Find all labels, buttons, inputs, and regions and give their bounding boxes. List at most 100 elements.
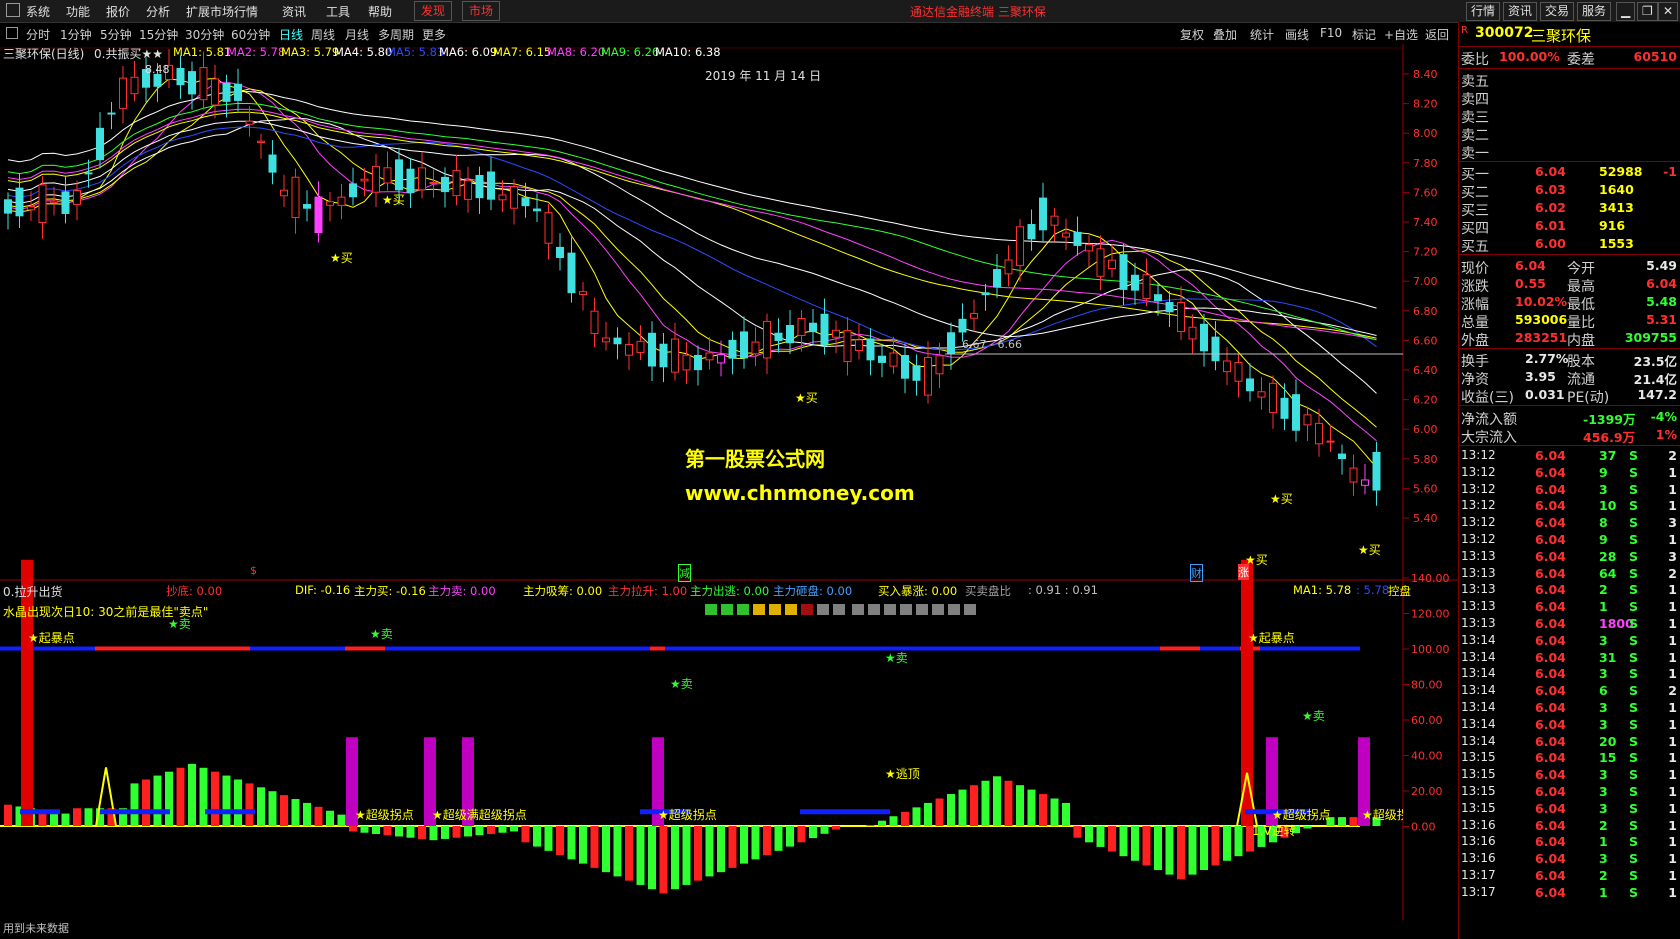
- minimize-icon[interactable]: ▁: [1616, 2, 1636, 21]
- tick-row[interactable]: 13:16 6.04 2 S 1: [1459, 817, 1680, 835]
- tick-row[interactable]: 13:16 6.04 1 S 1: [1459, 833, 1680, 851]
- flow-row[interactable]: 大宗流入 456.9万 1%: [1459, 426, 1680, 446]
- bid-volume: 3413: [1599, 200, 1634, 215]
- bid-row[interactable]: 买二 6.03 1640: [1459, 181, 1680, 201]
- tick-row[interactable]: 13:15 6.04 3 S 1: [1459, 783, 1680, 801]
- period-60min[interactable]: 60分钟: [231, 26, 270, 43]
- bid-row[interactable]: 买五 6.00 1553: [1459, 235, 1680, 255]
- tick-row[interactable]: 13:14 6.04 31 S 1: [1459, 649, 1680, 667]
- tick-row[interactable]: 13:13 6.04 2 S 1: [1459, 581, 1680, 599]
- period-daily[interactable]: 日线: [279, 26, 303, 43]
- tick-row[interactable]: 13:15 6.04 15 S 1: [1459, 749, 1680, 767]
- period-30min[interactable]: 30分钟: [185, 26, 224, 43]
- tick-row[interactable]: 13:17 6.04 2 S 1: [1459, 867, 1680, 885]
- tick-row[interactable]: 13:15 6.04 3 S 1: [1459, 800, 1680, 818]
- toolbar-draw[interactable]: 画线: [1285, 26, 1309, 43]
- toolbar-overlay[interactable]: 叠加: [1213, 26, 1237, 43]
- toolbar-add-favorite[interactable]: +自选: [1384, 26, 1418, 43]
- tick-row[interactable]: 13:12 6.04 37 S 2: [1459, 447, 1680, 465]
- tick-row[interactable]: 13:12 6.04 9 S 1: [1459, 531, 1680, 549]
- event-mark[interactable]: $: [250, 564, 257, 577]
- menu-extended-market[interactable]: 扩展市场行情: [186, 3, 258, 20]
- fundamental-row[interactable]: 换手 2.77% 股本 23.5亿: [1459, 350, 1680, 370]
- candle-body: [199, 67, 208, 101]
- ma-legend-item: MA2: 5.78: [227, 45, 286, 59]
- toolbar-stats[interactable]: 统计: [1250, 26, 1274, 43]
- menu-analysis[interactable]: 分析: [146, 3, 170, 20]
- menu-info[interactable]: 资讯: [282, 3, 306, 20]
- tick-row[interactable]: 13:17 6.04 1 S 1: [1459, 884, 1680, 902]
- period-tick[interactable]: 分时: [26, 26, 50, 43]
- indicator-name[interactable]: 0.共振买★★: [94, 45, 163, 62]
- ask-row[interactable]: 卖三: [1459, 106, 1680, 126]
- tick-row[interactable]: 13:12 6.04 10 S 1: [1459, 497, 1680, 515]
- candle-body: [464, 180, 472, 200]
- period-more[interactable]: 更多: [422, 26, 446, 43]
- menu-system[interactable]: 系统: [26, 3, 50, 20]
- candle-body: [981, 292, 990, 296]
- menu-help[interactable]: 帮助: [368, 3, 392, 20]
- tick-row[interactable]: 13:14 6.04 3 S 1: [1459, 665, 1680, 683]
- toolbar-rights[interactable]: 复权: [1180, 26, 1204, 43]
- lower-chart-title[interactable]: 0.拉升出货: [3, 583, 62, 600]
- btn-trade[interactable]: 交易: [1540, 2, 1575, 21]
- tick-row[interactable]: 13:12 6.04 8 S 3: [1459, 514, 1680, 532]
- tick-row[interactable]: 13:13 6.04 1 S 1: [1459, 598, 1680, 616]
- period-1min[interactable]: 1分钟: [60, 26, 92, 43]
- period-5min[interactable]: 5分钟: [100, 26, 132, 43]
- bid-row[interactable]: 买一 6.04 52988 -1: [1459, 163, 1680, 183]
- tick-row[interactable]: 13:15 6.04 3 S 1: [1459, 766, 1680, 784]
- tick-row[interactable]: 13:14 6.04 3 S 1: [1459, 699, 1680, 717]
- btn-service[interactable]: 服务: [1577, 2, 1612, 21]
- ask-row[interactable]: 卖五: [1459, 70, 1680, 90]
- btn-quotes[interactable]: 行情: [1466, 2, 1501, 21]
- bid-row[interactable]: 买四 6.01 916: [1459, 217, 1680, 237]
- quote-row[interactable]: 外盘 283251 内盘 309755: [1459, 329, 1680, 349]
- event-mark[interactable]: 涨: [1238, 564, 1249, 580]
- menu-quote[interactable]: 报价: [106, 3, 130, 20]
- quote-row[interactable]: 涨幅 10.02% 最低 5.48: [1459, 293, 1680, 313]
- ask-row[interactable]: 卖一: [1459, 142, 1680, 162]
- toolbar-mark[interactable]: 标记: [1352, 26, 1376, 43]
- close-icon[interactable]: ✕: [1658, 2, 1679, 21]
- menu-market[interactable]: 市场: [462, 1, 501, 21]
- tick-row[interactable]: 13:13 6.04 1800 S 1: [1459, 615, 1680, 633]
- tick-row[interactable]: 13:12 6.04 3 S 1: [1459, 481, 1680, 499]
- menu-tools[interactable]: 工具: [326, 3, 350, 20]
- quote-row[interactable]: 现价 6.04 今开 5.49: [1459, 257, 1680, 277]
- toggle-icon[interactable]: [6, 27, 18, 39]
- period-monthly[interactable]: 月线: [345, 26, 369, 43]
- ask-row[interactable]: 卖四: [1459, 88, 1680, 108]
- fundamental-row[interactable]: 收益(三) 0.031 PE(动) 147.2: [1459, 386, 1680, 406]
- quote-row[interactable]: 总量 593006 量比 5.31: [1459, 311, 1680, 331]
- fundamental-row[interactable]: 净资 3.95 流通 21.4亿: [1459, 368, 1680, 388]
- tick-row[interactable]: 13:14 6.04 3 S 1: [1459, 632, 1680, 650]
- event-mark[interactable]: 财: [1190, 564, 1203, 582]
- tick-row[interactable]: 13:12 6.04 9 S 1: [1459, 464, 1680, 482]
- tick-row[interactable]: 13:13 6.04 28 S 3: [1459, 548, 1680, 566]
- tick-row[interactable]: 13:13 6.04 64 S 2: [1459, 565, 1680, 583]
- period-weekly[interactable]: 周线: [311, 26, 335, 43]
- toolbar-f10[interactable]: F10: [1320, 26, 1342, 40]
- period-15min[interactable]: 15分钟: [139, 26, 178, 43]
- toolbar-back[interactable]: 返回: [1425, 26, 1449, 43]
- stock-header[interactable]: R 300072 三聚环保: [1459, 24, 1680, 45]
- order-ratio-row[interactable]: 委比 100.00% 委差 60510: [1459, 48, 1680, 68]
- candle-body: [15, 187, 24, 217]
- restore-icon[interactable]: ❐: [1637, 2, 1658, 21]
- btn-info[interactable]: 资讯: [1503, 2, 1538, 21]
- tick-row[interactable]: 13:14 6.04 6 S 2: [1459, 682, 1680, 700]
- tick-row[interactable]: 13:16 6.04 3 S 1: [1459, 850, 1680, 868]
- event-mark[interactable]: 减: [678, 564, 691, 582]
- ask-row[interactable]: 卖二: [1459, 124, 1680, 144]
- quote-row[interactable]: 涨跌 0.55 最高 6.04: [1459, 275, 1680, 295]
- tick-side: S: [1629, 767, 1639, 783]
- tick-row[interactable]: 13:14 6.04 20 S 1: [1459, 733, 1680, 751]
- window-icon[interactable]: [6, 3, 20, 17]
- period-multi[interactable]: 多周期: [378, 26, 414, 43]
- flow-row[interactable]: 净流入额 -1399万 -4%: [1459, 408, 1680, 428]
- menu-function[interactable]: 功能: [66, 3, 90, 20]
- bid-row[interactable]: 买三 6.02 3413: [1459, 199, 1680, 219]
- tick-row[interactable]: 13:14 6.04 3 S 1: [1459, 716, 1680, 734]
- menu-discover[interactable]: 发现: [414, 1, 453, 21]
